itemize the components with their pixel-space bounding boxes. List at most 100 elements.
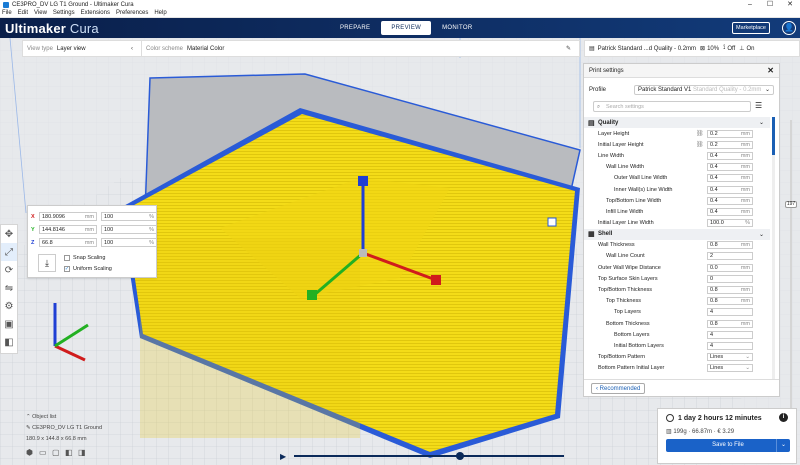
snap-scaling-checkbox[interactable]: Snap Scaling [64,255,105,261]
per-model-settings-icon[interactable]: ⚙ [1,297,17,315]
view-type-select[interactable]: Layer view [57,46,86,52]
edit-icon[interactable]: ✎ [566,45,571,52]
setting-row[interactable]: Top/Bottom Line Width 0.4 mm [584,195,770,206]
menu-preferences[interactable]: Preferences [116,10,148,16]
support-blocker-icon[interactable]: ▣ [1,315,17,333]
setting-value-input[interactable]: 0.4 mm [707,163,753,172]
y-size-input[interactable]: 144.8146 mm [39,225,97,234]
collapse-icon[interactable]: ‹ [131,46,133,52]
setting-value-input[interactable]: 4 [707,308,753,317]
setting-row[interactable]: Infill Line Width 0.4 mm [584,206,770,217]
menu-edit[interactable]: Edit [18,10,28,16]
setting-value-input[interactable]: 0.8 mm [707,286,753,295]
profile-select[interactable]: Patrick Standard V1 Standard Quality - 0… [634,85,774,95]
y-percent-input[interactable]: 100% [101,225,157,234]
tool-extra-icon[interactable]: ◧ [1,333,17,351]
setting-row[interactable]: Wall Thickness 0.8 mm [584,240,770,251]
setting-row[interactable]: Initial Layer Height ⛓ 0.2 mm [584,139,770,150]
category-quality[interactable]: ▤ Quality ⌄ [584,117,770,128]
setting-value-input[interactable]: 100.0% [707,219,753,228]
setting-row[interactable]: Initial Layer Line Width 100.0% [584,218,770,229]
setting-row[interactable]: Bottom Layers 4 [584,329,770,340]
close-window-icon[interactable]: ✕ [780,0,800,9]
settings-menu-icon[interactable]: ☰ [755,101,762,110]
save-to-file-button[interactable]: Save to File ⌄ [666,439,790,452]
account-avatar-icon[interactable]: 👤 [782,21,796,35]
setting-value-input[interactable]: 2 [707,252,753,261]
x-size-input[interactable]: 180.9096 mm [39,212,97,221]
print-setup-bar[interactable]: ▤ Patrick Standard ...d Quality - 0.2mm … [584,40,800,57]
menu-file[interactable]: File [2,10,12,16]
setting-value-input[interactable]: 0.4 mm [707,174,753,183]
setting-value-input[interactable]: 4 [707,341,753,350]
setting-row[interactable]: Bottom Pattern Initial Layer Lines ⌄ [584,363,770,374]
setting-value-input[interactable]: 0.8 mm [707,241,753,250]
settings-scrollbar[interactable] [772,117,775,381]
maximize-icon[interactable]: ☐ [760,0,780,9]
color-scheme-select[interactable]: Material Color [187,46,224,52]
setting-value-input[interactable]: 0.4 mm [707,196,753,205]
setting-value-input[interactable]: 0.8 mm [707,319,753,328]
setting-row[interactable]: Layer Height ⛓ 0.2 mm [584,128,770,139]
play-icon[interactable]: ▶ [280,452,286,461]
link-icon[interactable]: ⛓ [696,130,704,137]
setting-value-input[interactable]: 0 [707,274,753,283]
layer-slider-handle[interactable]: 197 [785,201,797,208]
setting-row[interactable]: Outer Wall Line Width 0.4 mm [584,173,770,184]
link-icon[interactable]: ⛓ [696,141,704,148]
layer-slider[interactable]: 197 [785,120,797,410]
rotate-tool-icon[interactable]: ⟳ [1,261,17,279]
path-slider-track[interactable] [294,455,564,457]
recommended-button[interactable]: ‹ Recommended [591,383,646,394]
setting-value-input[interactable]: 0.2 mm [707,129,753,138]
3d-view-icon[interactable]: ⬢ [26,448,39,457]
tab-prepare[interactable]: PREPARE [329,21,381,35]
setting-value-input[interactable]: Lines ⌄ [707,353,753,362]
lay-flat-icon[interactable]: ⤓ [38,254,56,272]
marketplace-button[interactable]: Marketplace [732,22,770,34]
menu-extensions[interactable]: Extensions [81,10,110,16]
setting-row[interactable]: Top/Bottom Thickness 0.8 mm [584,284,770,295]
settings-list[interactable]: ▤ Quality ⌄ Layer Height ⛓ 0.2 mm Initial La… [584,117,770,381]
setting-value-input[interactable]: 0.8 mm [707,297,753,306]
setting-row[interactable]: Top Thickness 0.8 mm [584,296,770,307]
scale-tool-icon[interactable]: ⤢ [1,243,17,261]
setting-row[interactable]: Top Surface Skin Layers 0 [584,273,770,284]
menu-settings[interactable]: Settings [53,10,75,16]
category-shell[interactable]: ▦ Shell ⌄ [584,228,770,240]
right-view-icon[interactable]: ◨ [78,448,91,457]
tab-monitor[interactable]: MONITOR [431,21,483,35]
menu-help[interactable]: Help [154,10,166,16]
setting-value-input[interactable]: 0.4 mm [707,151,753,160]
setting-value-input[interactable]: Lines ⌄ [707,364,753,373]
object-list-toggle[interactable]: ⌃ Object list [26,414,102,420]
setting-row[interactable]: Inner Wall(s) Line Width 0.4 mm [584,184,770,195]
uniform-scaling-checkbox[interactable]: ✓ Uniform Scaling [64,266,112,272]
z-percent-input[interactable]: 100% [101,238,157,247]
left-view-icon[interactable]: ◧ [65,448,78,457]
top-view-icon[interactable]: ▢ [52,448,65,457]
setting-row[interactable]: Top Layers 4 [584,307,770,318]
menu-view[interactable]: View [34,10,47,16]
info-icon[interactable]: i [779,413,788,422]
setting-row[interactable]: Initial Bottom Layers 4 [584,340,770,351]
setting-value-input[interactable]: 0.2 mm [707,140,753,149]
minimize-icon[interactable]: – [740,0,760,9]
setting-row[interactable]: Wall Line Width 0.4 mm [584,162,770,173]
setting-value-input[interactable]: 0.4 mm [707,207,753,216]
close-icon[interactable]: ✕ [767,66,774,75]
move-tool-icon[interactable]: ✥ [1,225,17,243]
x-percent-input[interactable]: 100% [101,212,157,221]
setting-row[interactable]: Line Width 0.4 mm [584,150,770,161]
path-slider-handle[interactable] [456,452,464,460]
setting-value-input[interactable]: 0.0 mm [707,263,753,272]
setting-row[interactable]: Top/Bottom Pattern Lines ⌄ [584,352,770,363]
z-size-input[interactable]: 66.8 mm [39,238,97,247]
setting-row[interactable]: Bottom Thickness 0.8 mm [584,318,770,329]
search-settings-input[interactable]: ⌕ Search settings [593,101,751,112]
tab-preview[interactable]: PREVIEW [381,21,432,35]
front-view-icon[interactable]: ▭ [39,448,52,457]
setting-row[interactable]: Wall Line Count 2 [584,251,770,262]
setting-value-input[interactable]: 4 [707,330,753,339]
setting-row[interactable]: Outer Wall Wipe Distance 0.0 mm [584,262,770,273]
